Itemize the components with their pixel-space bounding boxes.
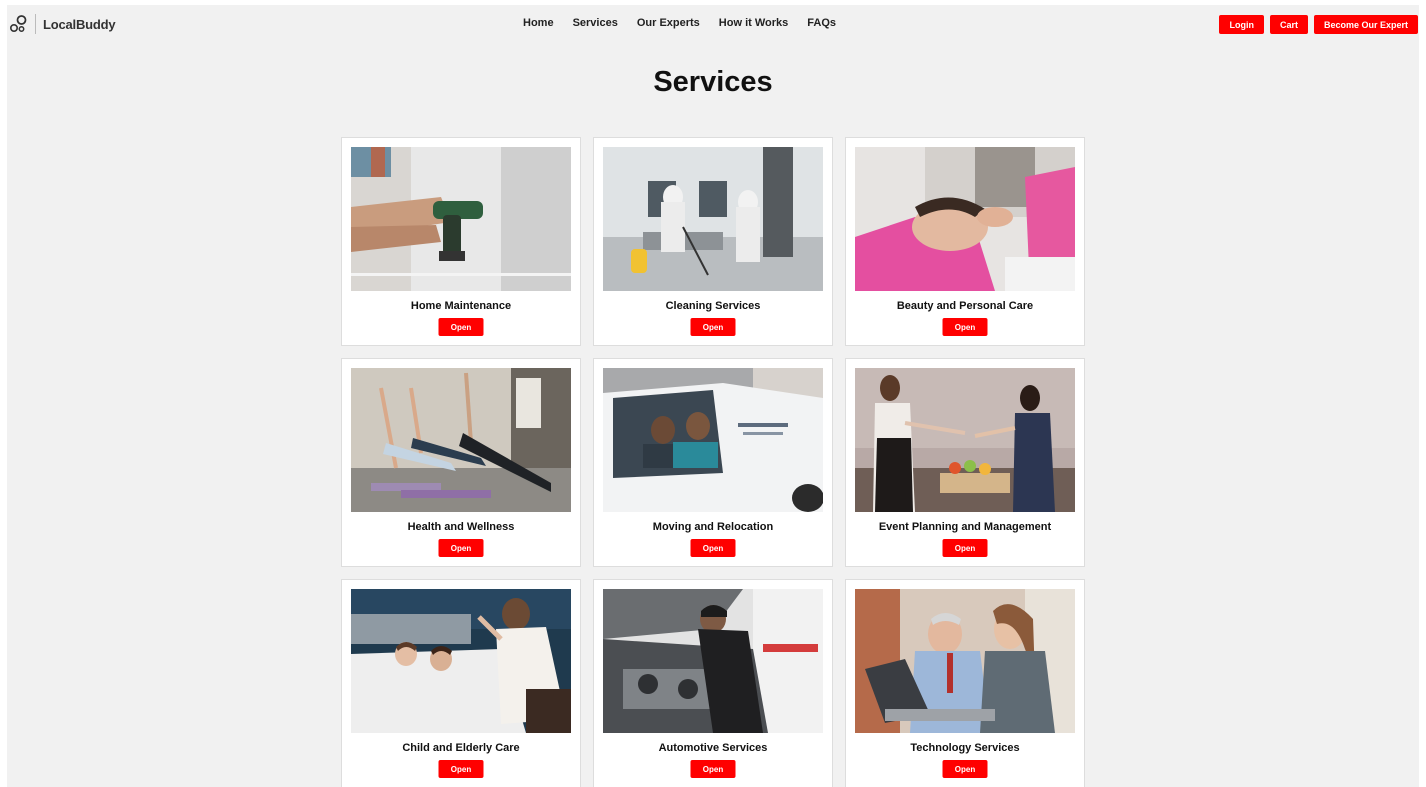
login-button[interactable]: Login xyxy=(1219,15,1264,34)
service-title: Beauty and Personal Care xyxy=(896,300,1034,312)
service-title: Child and Elderly Care xyxy=(402,742,520,754)
page-title: Services xyxy=(653,66,773,98)
open-beauty-personal-care-button[interactable]: Open xyxy=(942,318,988,336)
service-card-automotive-services: Automotive Services Open xyxy=(593,579,833,787)
services-grid: Home Maintenance Open Cleaning Services xyxy=(341,137,1085,787)
service-card-health-wellness: Health and Wellness Open xyxy=(341,358,581,567)
open-health-wellness-button[interactable]: Open xyxy=(438,539,484,557)
nav-faqs[interactable]: FAQs xyxy=(807,17,836,29)
nav-how-it-works[interactable]: How it Works xyxy=(719,17,788,29)
event-handshake-photo xyxy=(855,368,1075,512)
open-child-elderly-care-button[interactable]: Open xyxy=(438,760,484,778)
service-card-home-maintenance: Home Maintenance Open xyxy=(341,137,581,346)
open-home-maintenance-button[interactable]: Open xyxy=(438,318,484,336)
open-cleaning-services-button[interactable]: Open xyxy=(690,318,736,336)
moving-van-photo xyxy=(603,368,823,512)
open-moving-relocation-button[interactable]: Open xyxy=(690,539,736,557)
service-card-cleaning-services: Cleaning Services Open xyxy=(593,137,833,346)
nav-our-experts[interactable]: Our Experts xyxy=(637,17,700,29)
service-card-technology-services: Technology Services Open xyxy=(845,579,1085,787)
service-card-moving-relocation: Moving and Relocation Open xyxy=(593,358,833,567)
drill-worker-photo xyxy=(351,147,571,291)
service-title: Technology Services xyxy=(910,742,1020,754)
header-actions: Login Cart Become Our Expert xyxy=(1219,15,1418,34)
open-event-planning-button[interactable]: Open xyxy=(942,539,988,557)
service-title: Event Planning and Management xyxy=(878,521,1052,533)
main-nav: Home Services Our Experts How it Works F… xyxy=(523,17,836,29)
laptop-help-photo xyxy=(855,589,1075,733)
cart-button[interactable]: Cart xyxy=(1269,15,1308,34)
service-title: Automotive Services xyxy=(658,742,768,754)
nav-services[interactable]: Services xyxy=(573,17,618,29)
bedroom-care-photo xyxy=(351,589,571,733)
service-title: Moving and Relocation xyxy=(652,521,774,533)
service-title: Cleaning Services xyxy=(665,300,761,312)
open-technology-services-button[interactable]: Open xyxy=(942,760,988,778)
service-card-beauty-personal-care: Beauty and Personal Care Open xyxy=(845,137,1085,346)
page: LocalBuddy Home Services Our Experts How… xyxy=(7,5,1419,787)
cleaning-crew-photo xyxy=(603,147,823,291)
service-card-child-elderly-care: Child and Elderly Care Open xyxy=(341,579,581,787)
open-automotive-services-button[interactable]: Open xyxy=(690,760,736,778)
service-card-event-planning: Event Planning and Management Open xyxy=(845,358,1085,567)
brand[interactable]: LocalBuddy xyxy=(9,13,116,35)
car-mechanic-photo xyxy=(603,589,823,733)
service-title: Home Maintenance xyxy=(410,300,512,312)
top-navbar: LocalBuddy Home Services Our Experts How… xyxy=(7,5,1419,43)
nav-home[interactable]: Home xyxy=(523,17,554,29)
local-buddy-logo-icon xyxy=(9,15,27,33)
brand-divider xyxy=(35,14,36,34)
service-title: Health and Wellness xyxy=(407,521,515,533)
brand-name[interactable]: LocalBuddy xyxy=(43,17,116,32)
become-expert-button[interactable]: Become Our Expert xyxy=(1313,15,1418,34)
beauty-treatment-photo xyxy=(855,147,1075,291)
yoga-class-photo xyxy=(351,368,571,512)
